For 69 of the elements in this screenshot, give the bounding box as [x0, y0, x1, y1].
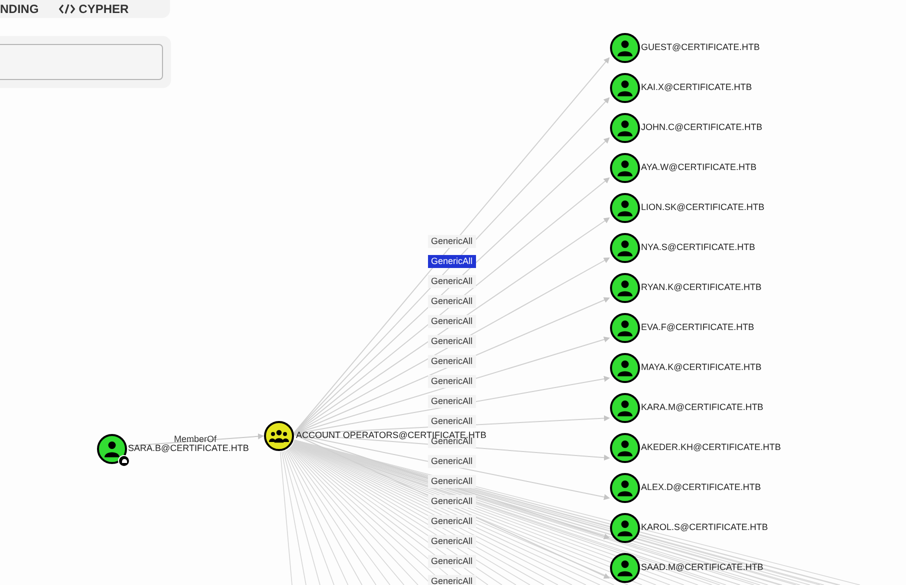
- edge-label[interactable]: GenericAll: [428, 335, 476, 348]
- edge-label[interactable]: GenericAll: [428, 355, 476, 368]
- node-label: JOHN.C@CERTIFICATE.HTB: [641, 123, 762, 132]
- tab[interactable]: CYPHER: [58, 3, 129, 15]
- user-icon: [616, 39, 634, 57]
- user-node[interactable]: [610, 73, 640, 103]
- node-label: KAROL.S@CERTIFICATE.HTB: [641, 523, 768, 532]
- user-icon: [616, 399, 634, 417]
- code-icon: [58, 4, 75, 14]
- edge-label[interactable]: GenericAll: [428, 555, 476, 568]
- node-label: KARA.M@CERTIFICATE.HTB: [641, 403, 764, 412]
- search-field[interactable]: [0, 44, 163, 80]
- edge-label[interactable]: GenericAll: [428, 235, 476, 248]
- user-node[interactable]: [610, 393, 640, 423]
- edge-label[interactable]: GenericAll: [428, 315, 476, 328]
- edge-label[interactable]: GenericAll: [428, 515, 476, 528]
- user-icon: [616, 199, 634, 217]
- user-icon: [616, 79, 634, 97]
- edge-label[interactable]: GenericAll: [428, 455, 476, 468]
- user-node[interactable]: [610, 33, 640, 63]
- edge-label[interactable]: GenericAll: [428, 295, 476, 308]
- edge-label[interactable]: GenericAll: [428, 375, 476, 388]
- group-node[interactable]: [264, 421, 294, 451]
- user-node[interactable]: [610, 553, 640, 583]
- user-icon: [103, 440, 121, 458]
- user-node[interactable]: [97, 434, 127, 464]
- node-label: AKEDER.KH@CERTIFICATE.HTB: [641, 443, 781, 452]
- user-node[interactable]: [610, 193, 640, 223]
- edge-label[interactable]: GenericAll: [428, 575, 476, 585]
- node-label: ALEX.D@CERTIFICATE.HTB: [641, 483, 761, 492]
- node-label: KAI.X@CERTIFICATE.HTB: [641, 83, 752, 92]
- edge-label[interactable]: GenericAll: [428, 275, 476, 288]
- users-icon: [269, 427, 289, 445]
- user-node[interactable]: [610, 113, 640, 143]
- node-label: LION.SK@CERTIFICATE.HTB: [641, 203, 764, 212]
- node-label: SARA.B@CERTIFICATE.HTB: [128, 444, 249, 453]
- tab[interactable]: NDING: [0, 3, 39, 15]
- node-label: MAYA.K@CERTIFICATE.HTB: [641, 363, 762, 372]
- user-node[interactable]: [610, 433, 640, 463]
- user-node[interactable]: [610, 473, 640, 503]
- node-label: GUEST@CERTIFICATE.HTB: [641, 43, 760, 52]
- edge-label: MemberOf: [174, 435, 217, 444]
- user-node[interactable]: [610, 313, 640, 343]
- user-node[interactable]: [610, 353, 640, 383]
- user-node[interactable]: [610, 513, 640, 543]
- node-label: SAAD.M@CERTIFICATE.HTB: [641, 563, 764, 572]
- node-label: EVA.F@CERTIFICATE.HTB: [641, 323, 754, 332]
- user-node[interactable]: [610, 273, 640, 303]
- user-icon: [616, 559, 634, 577]
- edge-label[interactable]: GenericAll: [428, 535, 476, 548]
- user-icon: [616, 119, 634, 137]
- edge-label[interactable]: GenericAll: [428, 255, 476, 268]
- user-icon: [616, 479, 634, 497]
- user-icon: [616, 439, 634, 457]
- node-label: NYA.S@CERTIFICATE.HTB: [641, 243, 756, 252]
- user-node[interactable]: [610, 153, 640, 183]
- user-icon: [616, 519, 634, 537]
- edge-label[interactable]: GenericAll: [428, 415, 476, 428]
- user-icon: [616, 239, 634, 257]
- user-icon: [616, 319, 634, 337]
- edge-label[interactable]: GenericAll: [428, 475, 476, 488]
- user-icon: [616, 359, 634, 377]
- user-icon: [616, 159, 634, 177]
- user-icon: [616, 279, 634, 297]
- edge-label[interactable]: GenericAll: [428, 495, 476, 508]
- node-label: RYAN.K@CERTIFICATE.HTB: [641, 283, 762, 292]
- edge-label[interactable]: GenericAll: [428, 395, 476, 408]
- node-label: AYA.W@CERTIFICATE.HTB: [641, 163, 756, 172]
- user-node[interactable]: [610, 233, 640, 263]
